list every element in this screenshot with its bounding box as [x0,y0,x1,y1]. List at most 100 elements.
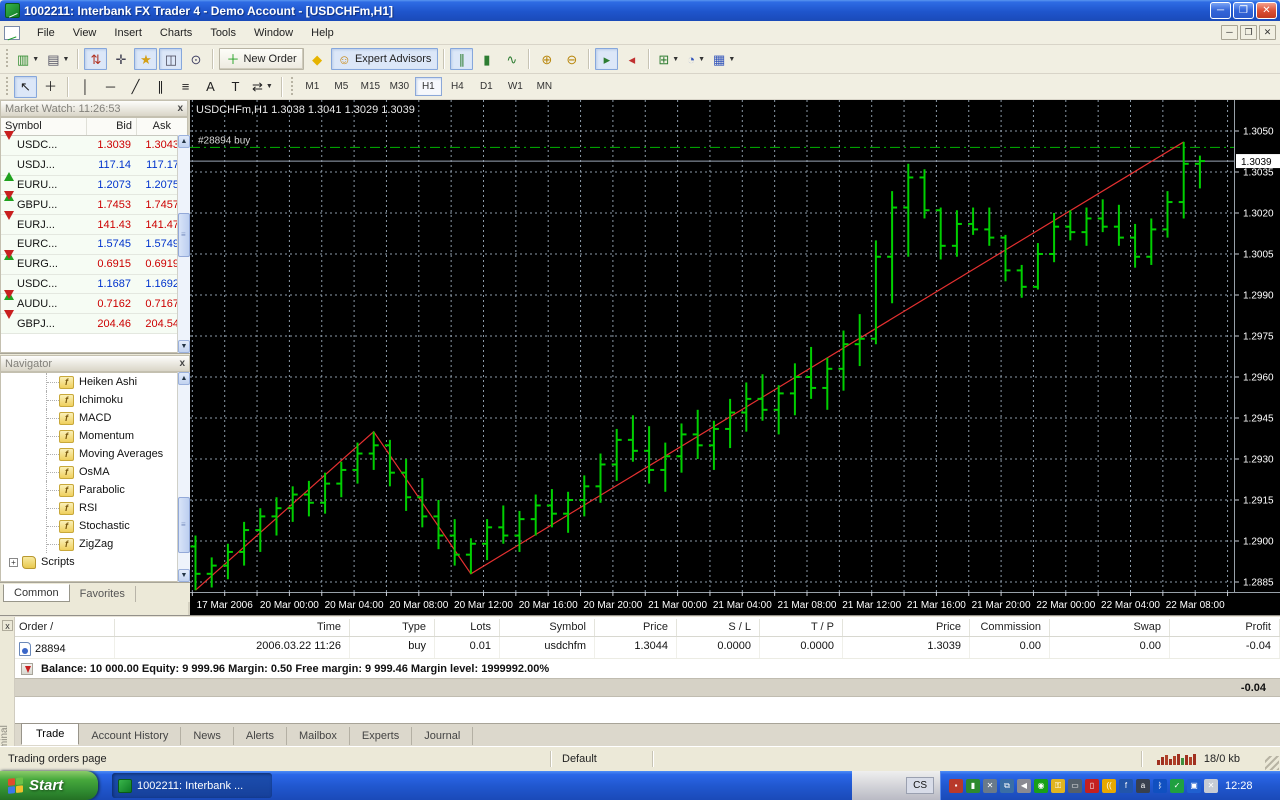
navigator-item-moving-averages[interactable]: f Moving Averages [1,445,187,463]
expand-plus-icon[interactable]: + [9,557,18,567]
tab-common[interactable]: Common [3,584,70,602]
terminal-column-9[interactable]: Commission [970,619,1050,636]
menu-tools[interactable]: Tools [201,24,245,42]
metaeditor-button[interactable]: ◆ [306,48,329,70]
navigator-scrollbar[interactable]: ▲ ▼ [177,372,190,582]
terminal-tab-journal[interactable]: Journal [412,727,474,745]
crosshair-button[interactable]: ＋ [39,76,62,98]
candlestick-chart-button[interactable]: ▮ [475,48,498,70]
menu-help[interactable]: Help [302,24,343,42]
menu-file[interactable]: File [28,24,64,42]
terminal-column-8[interactable]: Price [843,619,970,636]
navigator-item-heiken-ashi[interactable]: f Heiken Ashi [1,373,187,391]
navigator-item-rsi[interactable]: f RSI [1,499,187,517]
strategy-tester-button[interactable]: ⊙ [184,48,207,70]
terminal-tab-news[interactable]: News [181,727,234,745]
close-button[interactable]: ✕ [1256,2,1277,19]
start-button[interactable]: Start [0,771,98,800]
timeframe-m30[interactable]: M30 [386,77,413,96]
new-order-button[interactable]: ＋ New Order [219,48,304,70]
trendline-button[interactable]: ╱ [124,76,147,98]
market-watch-row[interactable]: USDC... 1.1687 1.1692 [1,274,187,300]
terminal-tab-account-history[interactable]: Account History [79,727,182,745]
timeframe-mn[interactable]: MN [531,77,558,96]
templates-button[interactable]: ▦ ▼ [710,48,738,70]
market-watch-row[interactable]: EURU... 1.2073 1.2075 [1,175,187,201]
indicators-button[interactable]: ⊞ ▼ [655,48,682,70]
terminal-column-4[interactable]: Symbol [500,619,595,636]
zoom-out-button[interactable]: ⊖ [560,48,583,70]
taskbar-app-button[interactable]: 1002211: Interbank ... [112,773,272,798]
bar-chart-button[interactable]: ∥ [450,48,474,70]
navigator-item-parabolic[interactable]: f Parabolic [1,481,187,499]
eye-icon[interactable]: ◉ [1034,778,1048,793]
terminal-column-5[interactable]: Price [595,619,677,636]
profiles-button[interactable]: ▤ ▼ [44,48,72,70]
resize-grip[interactable] [1265,756,1279,770]
timeframe-m1[interactable]: M1 [299,77,326,96]
menu-insert[interactable]: Insert [105,24,151,42]
navigator-toggle[interactable]: ★ [134,48,158,70]
f-badge-icon[interactable]: f [1119,778,1133,793]
terminal-tab-experts[interactable]: Experts [350,727,413,745]
terminal-column-2[interactable]: Type [350,619,435,636]
volume-icon[interactable]: ◀ [1017,778,1031,793]
zoom-in-button[interactable]: ⊕ [535,48,558,70]
horizontal-line-button[interactable]: ─ [99,76,122,98]
channel-button[interactable]: ∥ [149,76,172,98]
data-window-button[interactable]: ✛ [109,48,132,70]
periods-button[interactable]: ◔ ▼ [684,48,708,70]
text-button[interactable]: A [199,76,222,98]
auto-scroll-toggle[interactable]: ▸ [595,48,619,70]
terminal-toggle[interactable]: ◫ [159,48,183,70]
expert-advisors-button[interactable]: ☺ Expert Advisors [330,48,439,70]
new-chart-button[interactable]: ▥ ▼ [14,48,42,70]
text-label-button[interactable]: T [224,76,247,98]
chart-area[interactable]: 1.3050 1.3035 1.3020 1.3005 1.2990 1.2975 1.29… [190,100,1280,615]
traffic-graph-icon[interactable]: ▮ [966,778,980,793]
remote-display-icon[interactable]: ▪ [949,778,963,793]
restore-button[interactable]: ❐ [1233,2,1254,19]
wireless-x-icon[interactable]: ✕ [1204,778,1218,793]
navigator-item-zigzag[interactable]: f ZigZag [1,535,187,553]
timeframe-m5[interactable]: M5 [328,77,355,96]
terminal-column-1[interactable]: Time [115,619,350,636]
market-watch-row[interactable]: GBPJ... 204.46 204.54 [1,309,187,334]
terminal-tab-mailbox[interactable]: Mailbox [287,727,350,745]
chart-canvas[interactable]: 1.3050 1.3035 1.3020 1.3005 1.2990 1.2975 1.29… [190,100,1280,615]
battery-icon[interactable]: ▯ [1085,778,1099,793]
menu-view[interactable]: View [64,24,106,42]
a-badge-icon[interactable]: a [1136,778,1150,793]
mdi-minimize-button[interactable]: ─ [1221,25,1238,40]
minimize-button[interactable]: ─ [1210,2,1231,19]
navigator-item-scripts[interactable]: + Scripts [1,553,187,571]
chart-shift-button[interactable]: ◂ [620,48,643,70]
navigator-item-osma[interactable]: f OsMA [1,463,187,481]
timeframe-h1[interactable]: H1 [414,77,442,96]
terminal-column-10[interactable]: Swap [1050,619,1170,636]
scroll-up-icon[interactable]: ▲ [178,135,190,148]
menu-charts[interactable]: Charts [151,24,201,42]
scroll-thumb[interactable] [178,213,190,257]
navigator-item-macd[interactable]: f MACD [1,409,187,427]
market-watch-row[interactable]: GBPU... 1.7453 1.7457 [1,190,187,216]
menu-window[interactable]: Window [245,24,302,42]
cursor-button[interactable]: ↖ [14,75,37,98]
key-shield-icon[interactable]: ⚿ [1051,778,1065,793]
market-watch-row[interactable]: USDJ... 117.14 117.17 [1,155,187,182]
window-badge-icon[interactable]: ▣ [1187,778,1201,793]
column-ask[interactable]: Ask [137,118,175,135]
scroll-down-icon[interactable]: ▼ [178,569,190,582]
vertical-line-button[interactable]: │ [74,76,97,98]
bluetooth-icon[interactable]: ᛒ [1153,778,1167,793]
network-icon[interactable]: ⧉ [1000,778,1014,793]
language-indicator[interactable]: CS [906,777,934,794]
market-watch-scrollbar[interactable]: ▲ ▼ [177,135,190,353]
terminal-close-icon[interactable]: x [2,620,13,631]
terminal-column-7[interactable]: T / P [760,619,843,636]
market-watch-row[interactable]: EURC... 1.5745 1.5749 [1,234,187,261]
terminal-column-6[interactable]: S / L [677,619,760,636]
timeframe-h4[interactable]: H4 [444,77,471,96]
navigator-close-icon[interactable]: x [179,358,185,369]
market-watch-row[interactable]: EURG... 0.6915 0.6919 [1,250,187,275]
